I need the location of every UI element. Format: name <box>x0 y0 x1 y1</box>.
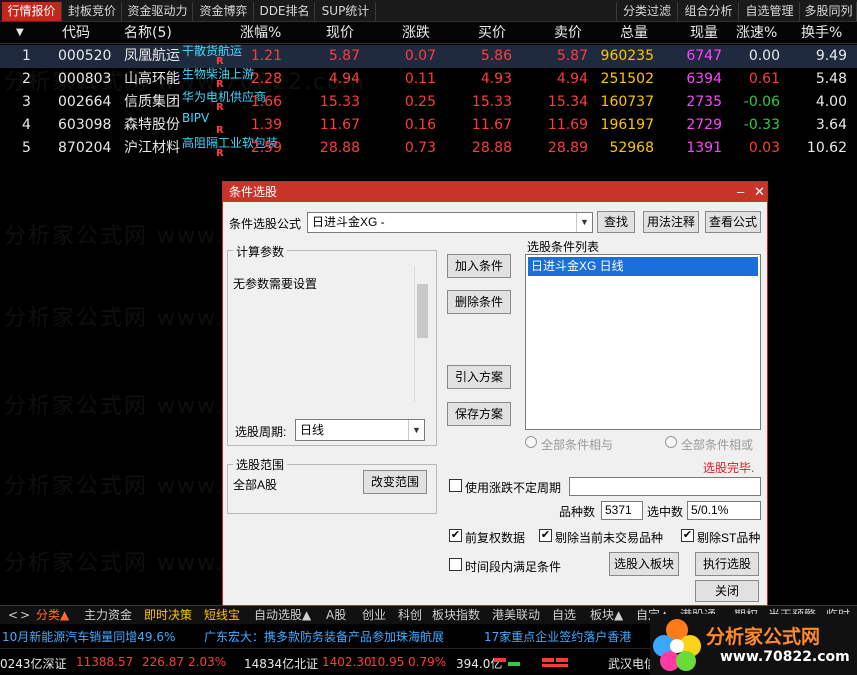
exclude-st-checkbox[interactable]: ✔ <box>681 529 694 542</box>
prev-arrow-icon[interactable]: < <box>8 606 18 625</box>
tab-portfolio-analysis[interactable]: 组合分析 <box>679 2 739 21</box>
change-range-button[interactable]: 改变范围 <box>363 470 427 494</box>
tab-sup-stats[interactable]: SUP统计 <box>316 2 376 21</box>
col-name[interactable]: 名称(5) <box>124 22 172 44</box>
dialog-title: 条件选股 <box>223 182 767 202</box>
table-header: ▼ 代码 名称(5) 涨幅% 现价 涨跌 买价 卖价 总量 现量 涨速% 换手% <box>0 22 857 44</box>
logo-text: 分析家公式网 <box>706 626 821 648</box>
exclude-untraded-checkbox[interactable]: ✔ <box>539 529 552 542</box>
tab-watchlist[interactable]: 自选 <box>552 606 576 625</box>
list-item[interactable]: 日进斗金XG 日线 <box>528 257 758 276</box>
forward-adjust-checkbox[interactable]: ✔ <box>449 529 462 542</box>
uncertain-period-checkbox[interactable] <box>449 479 462 492</box>
col-turnover[interactable]: 换手% <box>801 22 842 44</box>
table-row[interactable]: 5 870204 沪江材料 高阻隔工业软包装 R 2.59 28.88 0.73… <box>0 136 857 160</box>
add-condition-button[interactable]: 加入条件 <box>447 254 511 278</box>
import-plan-button[interactable]: 引入方案 <box>447 365 511 389</box>
col-cur-volume[interactable]: 现量 <box>690 22 718 44</box>
params-scrollbar[interactable] <box>414 266 430 402</box>
col-pct[interactable]: 涨幅% <box>240 22 281 44</box>
delete-condition-button[interactable]: 删除条件 <box>447 290 511 314</box>
tab-hk-us[interactable]: 港美联动 <box>492 606 540 625</box>
market-breadth-icon <box>494 658 568 667</box>
col-change[interactable]: 涨跌 <box>402 22 430 44</box>
run-select-button[interactable]: 执行选股 <box>695 552 759 576</box>
minimize-icon[interactable]: – <box>737 182 744 202</box>
formula-select[interactable]: 日进斗金XG - ▼ <box>307 212 593 233</box>
sort-arrow-icon[interactable]: ▼ <box>16 22 24 44</box>
chevron-down-icon: ▼ <box>576 213 592 232</box>
rong-flag: R <box>216 148 224 159</box>
table-row[interactable]: 4 603098 森特股份 BIPV R 1.39 11.67 0.16 11.… <box>0 111 857 137</box>
site-logo: 分析家公式网 www.70822.com <box>650 614 857 675</box>
params-text: 无参数需要设置 <box>233 277 318 291</box>
period-select[interactable]: 日线 ▼ <box>295 419 425 441</box>
find-button[interactable]: 查找 <box>597 211 635 233</box>
tab-instant-decision[interactable]: 即时决策 <box>144 606 192 625</box>
next-arrow-icon[interactable]: > <box>20 606 30 625</box>
news-item[interactable]: 广东宏大：携多款防务装备产品参加珠海航展 <box>204 628 444 645</box>
tab-sector[interactable]: 板块▲ <box>590 606 623 625</box>
col-volume[interactable]: 总量 <box>620 22 648 44</box>
radio-and[interactable] <box>525 436 537 448</box>
tab-auto-select[interactable]: 自动选股▲ <box>254 606 311 625</box>
range-value: 全部A股 <box>233 478 278 492</box>
close-button[interactable]: 关闭 <box>695 580 759 602</box>
watermark: 分析家公式网 www.70822.com <box>4 70 366 95</box>
tab-multi-stock[interactable]: 多股同列 <box>801 2 857 21</box>
tab-fund-drive[interactable]: 资金驱动力 <box>123 2 193 21</box>
tab-quotes[interactable]: 行情报价 <box>2 2 62 21</box>
col-price[interactable]: 现价 <box>326 22 354 44</box>
status-text: 选股完毕. <box>703 461 755 475</box>
tab-fund-game[interactable]: 资金博弈 <box>194 2 254 21</box>
news-item[interactable]: 17家重点企业签约落户香港 <box>484 628 631 645</box>
condition-select-dialog: 条件选股 – ✕ 条件选股公式 日进斗金XG - ▼ 查找 用法注释 查看公式 … <box>222 181 768 606</box>
col-ask[interactable]: 卖价 <box>554 22 582 44</box>
tab-short-line[interactable]: 短线宝 <box>204 606 240 625</box>
tab-gem[interactable]: 创业 <box>362 606 386 625</box>
close-icon[interactable]: ✕ <box>754 182 765 202</box>
news-item[interactable]: 10月新能源汽车销量同增49.6% <box>2 628 175 645</box>
usage-notes-button[interactable]: 用法注释 <box>643 211 699 233</box>
tab-a-shares[interactable]: A股 <box>326 606 346 625</box>
save-plan-button[interactable]: 保存方案 <box>447 402 511 426</box>
col-code[interactable]: 代码 <box>62 22 90 44</box>
rong-flag: R <box>216 102 224 113</box>
top-tab-bar: 行情报价 封板竞价 资金驱动力 资金博弈 DDE排名 SUP统计 分类过滤 组合… <box>0 0 857 22</box>
tab-dde-rank[interactable]: DDE排名 <box>255 2 315 21</box>
count-field: 5371 <box>601 501 643 520</box>
select-to-block-button[interactable]: 选股入板块 <box>609 552 679 576</box>
tab-category[interactable]: 分类▲ <box>36 606 69 625</box>
period-input[interactable] <box>569 477 761 496</box>
tab-watchlist-mgmt[interactable]: 自选管理 <box>740 2 800 21</box>
view-formula-button[interactable]: 查看公式 <box>705 211 761 233</box>
chevron-down-icon: ▼ <box>408 420 424 440</box>
tab-sector-index[interactable]: 板块指数 <box>432 606 480 625</box>
tab-limit-bid[interactable]: 封板竞价 <box>63 2 122 21</box>
hit-field: 5/0.1% <box>687 501 761 520</box>
logo-flower-icon <box>653 619 701 671</box>
tab-category-filter[interactable]: 分类过滤 <box>616 2 678 21</box>
radio-or[interactable] <box>665 436 677 448</box>
condition-list[interactable]: 日进斗金XG 日线 <box>525 254 761 430</box>
tab-star[interactable]: 科创 <box>398 606 422 625</box>
time-range-checkbox[interactable] <box>449 558 462 571</box>
tab-main-fund[interactable]: 主力资金 <box>84 606 132 625</box>
logo-url: www.70822.com <box>720 649 850 665</box>
col-bid[interactable]: 买价 <box>478 22 506 44</box>
concept-tag: BIPV <box>182 111 210 125</box>
col-speed[interactable]: 涨速% <box>736 22 777 44</box>
